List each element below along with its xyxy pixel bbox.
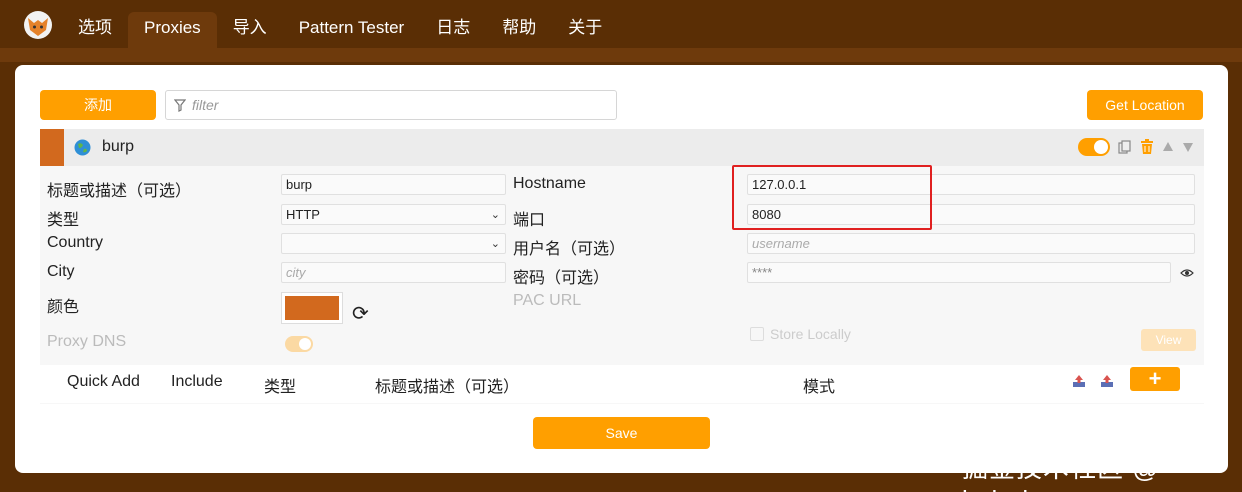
duplicate-icon[interactable] (1118, 140, 1132, 154)
export-patterns-icon[interactable] (1100, 374, 1114, 388)
color-picker[interactable] (281, 292, 343, 324)
col-include: Include (171, 373, 223, 390)
port-label: 端口 (513, 212, 546, 229)
proxy-enable-toggle[interactable] (1078, 138, 1110, 156)
title-input[interactable]: burp (281, 174, 506, 195)
password-input[interactable]: **** (747, 262, 1171, 283)
view-pac-button[interactable]: View (1141, 329, 1196, 351)
proxies-panel: 添加 Get Location burp (15, 65, 1228, 473)
proxy-title: burp (102, 138, 135, 155)
col-pattern: 模式 (803, 379, 836, 396)
password-label: 密码（可选） (513, 270, 610, 287)
get-location-button[interactable]: Get Location (1087, 90, 1203, 120)
color-label: 颜色 (47, 299, 80, 316)
pattern-table-header: Quick Add Include 类型 标题或描述（可选） 模式 + (40, 365, 1204, 403)
filter-input[interactable] (192, 95, 602, 115)
chevron-down-icon: ⌄ (490, 209, 500, 221)
nav-tabs: 选项 Proxies 导入 Pattern Tester 日志 帮助 关于 (62, 12, 618, 48)
tab-proxies[interactable]: Proxies (128, 12, 217, 48)
watermark: 掘金技术社区 @ bcbnb (962, 453, 1160, 492)
foxyproxy-logo-icon (24, 11, 52, 39)
filter-box (165, 90, 617, 120)
country-label: Country (47, 234, 104, 251)
col-quick-add: Quick Add (67, 373, 140, 390)
proxy-dns-label: Proxy DNS (47, 333, 127, 350)
move-up-icon[interactable] (1162, 141, 1174, 153)
tab-import[interactable]: 导入 (217, 12, 283, 48)
move-down-icon[interactable] (1182, 141, 1194, 153)
username-label: 用户名（可选） (513, 241, 626, 258)
city-label: City (47, 263, 75, 280)
pac-url-label: PAC URL (513, 292, 582, 309)
proxy-header[interactable]: burp (40, 129, 1204, 166)
type-select[interactable]: HTTP ⌄ (281, 204, 506, 225)
tab-help[interactable]: 帮助 (486, 12, 552, 48)
hostname-input[interactable]: 127.0.0.1 (747, 174, 1195, 195)
proxy-color-chip (40, 129, 64, 166)
top-navigation-bar: 选项 Proxies 导入 Pattern Tester 日志 帮助 关于 (0, 0, 1242, 48)
city-input[interactable]: city (281, 262, 506, 283)
globe-icon (74, 139, 91, 156)
store-locally-checkbox[interactable] (750, 327, 764, 341)
show-password-eye-icon[interactable] (1180, 268, 1194, 278)
tab-about[interactable]: 关于 (552, 12, 618, 48)
tab-log[interactable]: 日志 (420, 12, 486, 48)
add-proxy-button[interactable]: 添加 (40, 90, 156, 120)
proxy-dns-toggle[interactable] (285, 336, 313, 352)
import-patterns-icon[interactable] (1072, 374, 1086, 388)
chevron-down-icon: ⌄ (490, 238, 500, 250)
username-input[interactable]: username (747, 233, 1195, 254)
proxy-header-controls (1078, 138, 1194, 156)
nav-underline-strip (0, 48, 1242, 62)
type-label: 类型 (47, 212, 80, 229)
col-title: 标题或描述（可选） (375, 379, 520, 396)
add-pattern-button[interactable]: + (1130, 367, 1180, 391)
tab-pattern-tester[interactable]: Pattern Tester (283, 12, 421, 48)
filter-icon (174, 99, 186, 112)
col-type: 类型 (264, 379, 297, 396)
save-button[interactable]: Save (533, 417, 710, 449)
port-input[interactable]: 8080 (747, 204, 1195, 225)
store-locally-option[interactable]: Store Locally (750, 326, 851, 342)
title-label: 标题或描述（可选） (47, 183, 192, 200)
hostname-label: Hostname (513, 175, 586, 192)
delete-icon[interactable] (1140, 139, 1154, 155)
refresh-color-icon[interactable]: ⟳ (352, 301, 369, 326)
tab-options[interactable]: 选项 (62, 12, 128, 48)
country-select[interactable]: ⌄ (281, 233, 506, 254)
